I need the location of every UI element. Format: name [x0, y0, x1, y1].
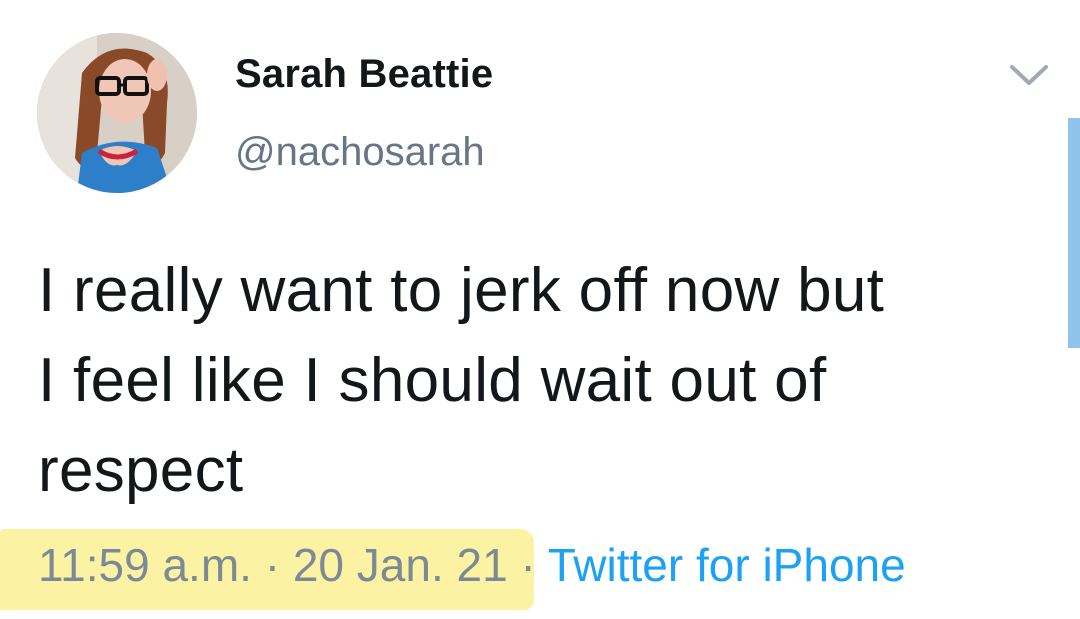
tweet-time[interactable]: 11:59 a.m.: [38, 539, 252, 591]
user-handle[interactable]: @nachosarah: [235, 130, 485, 175]
scrollbar[interactable]: [1068, 118, 1080, 348]
tweet-date[interactable]: 20 Jan. 21: [293, 539, 508, 591]
tweet-text: I really want to jerk off now but I feel…: [38, 246, 1048, 516]
tweet-card: Sarah Beattie @nachosarah I really want …: [0, 0, 1080, 619]
chevron-down-icon[interactable]: [1008, 63, 1050, 87]
display-name[interactable]: Sarah Beattie: [235, 52, 493, 97]
tweet-text-line: respect: [38, 436, 244, 505]
tweet-text-line: I feel like I should wait out of: [38, 346, 827, 415]
tweet-meta: 11:59 a.m. · 20 Jan. 21 · Twitter for iP…: [38, 537, 906, 593]
meta-separator: ·: [264, 539, 281, 591]
profile-photo: [37, 33, 197, 193]
meta-separator: ·: [520, 539, 536, 591]
tweet-text-line: I really want to jerk off now but: [38, 256, 885, 325]
avatar[interactable]: [37, 33, 197, 193]
tweet-source-link[interactable]: Twitter for iPhone: [548, 539, 906, 591]
